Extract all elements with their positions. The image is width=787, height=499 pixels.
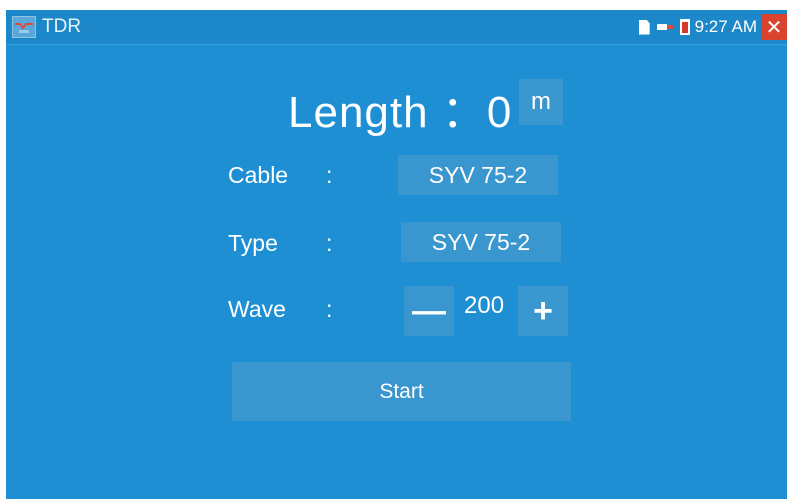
tdr-screen: TDR 9:27 AM ✕ Length ：0 m Cable : SYV 75…	[6, 10, 787, 499]
length-value: 0	[486, 88, 513, 137]
wave-decrease-button[interactable]: —	[404, 286, 454, 336]
sd-card-icon	[638, 19, 650, 35]
close-button[interactable]: ✕	[761, 14, 787, 40]
start-button[interactable]: Start	[232, 362, 571, 421]
clock: 9:27 AM	[694, 17, 757, 36]
status-bar: TDR 9:27 AM ✕	[6, 10, 787, 45]
cable-select[interactable]: SYV 75-2	[398, 155, 558, 195]
cable-label: Cable	[228, 162, 289, 188]
wave-colon: :	[326, 296, 333, 322]
unit-button[interactable]: m	[519, 79, 563, 125]
type-label: Type	[228, 230, 278, 256]
length-label: Length ：	[288, 88, 487, 137]
minus-icon: —	[412, 291, 446, 330]
tdr-app-icon	[12, 16, 36, 38]
wave-label: Wave	[228, 296, 286, 322]
close-icon: ✕	[765, 16, 783, 39]
wave-increase-button[interactable]: +	[518, 286, 568, 336]
wave-value: 200	[464, 292, 505, 319]
cable-colon: :	[326, 162, 333, 188]
app-title: TDR	[42, 16, 82, 37]
battery-icon	[679, 19, 690, 35]
status-icons: 9:27 AM ✕	[638, 10, 787, 44]
usb-icon	[656, 24, 673, 30]
plus-icon: +	[533, 291, 553, 330]
length-readout: Length ：0	[288, 76, 512, 140]
type-select[interactable]: SYV 75-2	[401, 222, 561, 262]
type-colon: :	[326, 230, 333, 256]
